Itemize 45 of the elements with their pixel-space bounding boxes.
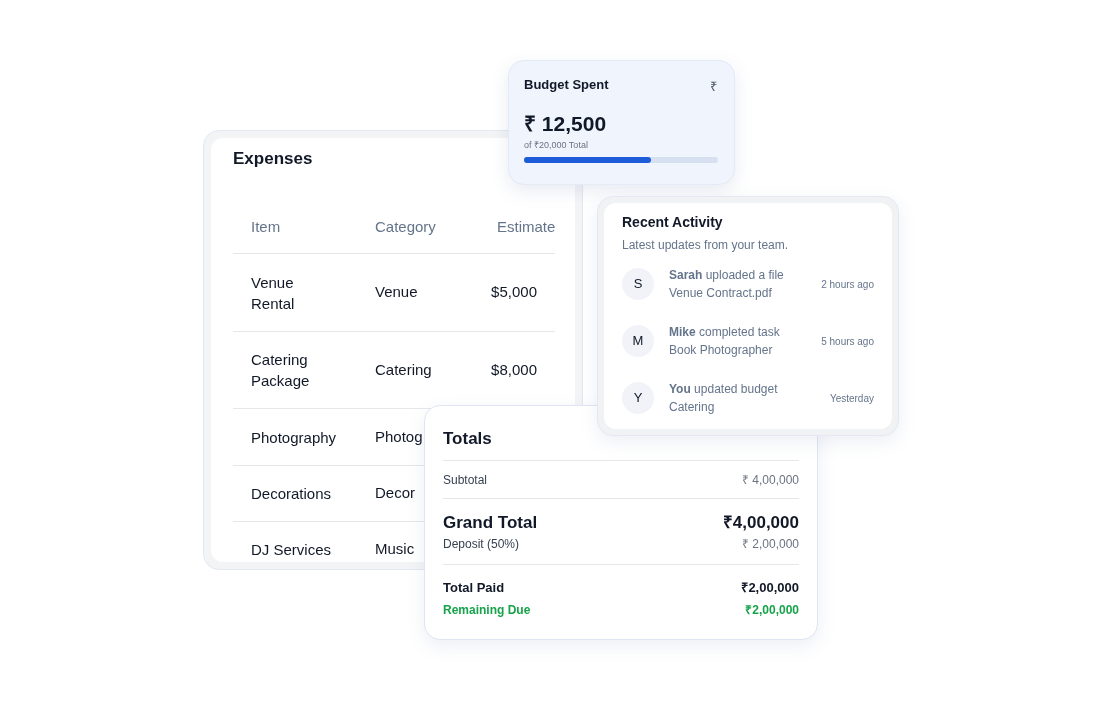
table-cell-text: Venue Rental bbox=[251, 272, 296, 314]
avatar: S bbox=[622, 268, 654, 300]
activity-text: You updated budget bbox=[669, 381, 778, 398]
activity-detail: Book Photographer bbox=[669, 342, 773, 359]
total-label: Total Paid bbox=[443, 579, 505, 598]
table-cell-text: Catering Package bbox=[251, 350, 311, 391]
activity-time: 5 hours ago bbox=[821, 334, 874, 349]
column-header: Item bbox=[251, 217, 282, 238]
table-cell-text: Photog bbox=[375, 426, 423, 447]
card-subtitle: Latest updates from your team. bbox=[622, 237, 789, 254]
total-value: ₹ 2,00,000 bbox=[741, 536, 799, 553]
total-label: Grand Total bbox=[443, 511, 538, 534]
table-cell-text: Music bbox=[375, 539, 415, 560]
avatar: Y bbox=[622, 382, 654, 414]
budget-caption: of ₹20,000 Total bbox=[524, 138, 588, 152]
total-value: ₹4,00,000 bbox=[722, 511, 799, 534]
card-title: Budget Spent bbox=[524, 76, 609, 94]
table-cell-text: Decor bbox=[375, 483, 415, 504]
activity-time: Yesterday bbox=[829, 391, 874, 406]
table-cell-text: $8,000 bbox=[491, 359, 537, 380]
table-cell-text: DJ Services bbox=[251, 540, 333, 560]
card-title: Totals bbox=[443, 428, 492, 450]
total-value: ₹2,00,000 bbox=[741, 579, 799, 598]
table-cell-text: $5,000 bbox=[491, 282, 537, 303]
column-header: Estimate bbox=[497, 217, 555, 238]
card-title: Expenses bbox=[233, 148, 313, 170]
total-value: ₹2,00,000 bbox=[745, 602, 799, 619]
total-label: Deposit (50%) bbox=[443, 536, 520, 553]
card-title: Recent Activity bbox=[622, 213, 723, 231]
activity-text: Sarah uploaded a file bbox=[669, 267, 784, 284]
table-cell-text: Venue bbox=[375, 282, 418, 303]
activity-time: 2 hours ago bbox=[821, 277, 874, 292]
total-value: ₹ 4,00,000 bbox=[741, 471, 799, 489]
table-cell-text: Catering bbox=[375, 359, 432, 380]
budget-amount: ₹ 12,500 bbox=[524, 110, 607, 137]
total-label: Subtotal bbox=[443, 471, 488, 489]
rupee-icon: ₹ bbox=[710, 77, 717, 97]
column-header: Category bbox=[375, 217, 437, 238]
activity-detail: Catering bbox=[669, 399, 715, 416]
table-cell-text: Decorations bbox=[251, 484, 333, 504]
total-label: Remaining Due bbox=[443, 602, 531, 619]
activity-text: Mike completed task bbox=[669, 324, 780, 341]
table-cell-text: Photography bbox=[251, 427, 338, 448]
avatar: M bbox=[622, 325, 654, 357]
activity-detail: Venue Contract.pdf bbox=[669, 285, 772, 302]
